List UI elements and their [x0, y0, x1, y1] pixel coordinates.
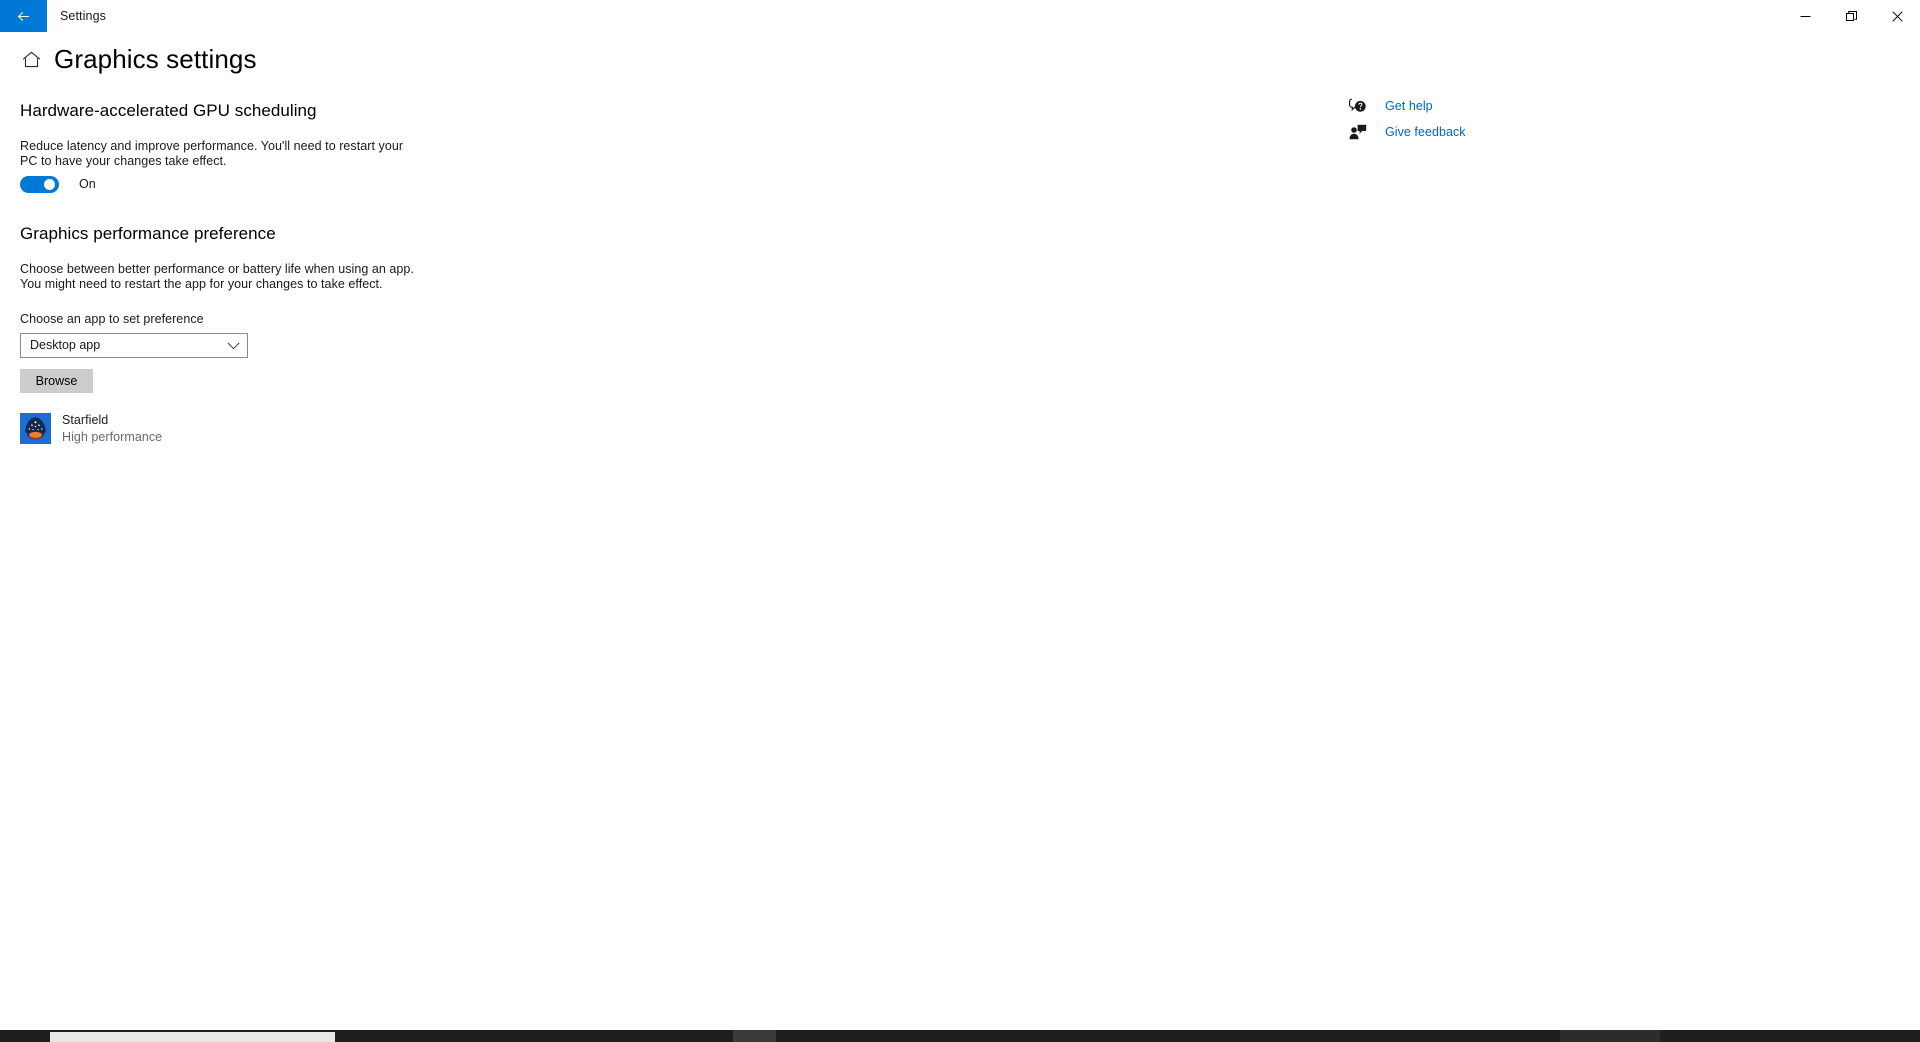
starfield-app-icon	[20, 413, 51, 444]
give-feedback-icon	[1348, 122, 1368, 142]
give-feedback-link[interactable]: Give feedback	[1348, 119, 1648, 144]
list-item[interactable]: Starfield High performance	[20, 412, 162, 445]
app-status: High performance	[62, 430, 163, 444]
performance-preference-description: Choose between better performance or bat…	[20, 262, 414, 292]
settings-window: Settings Graphics settings Hardware-acce…	[0, 0, 1920, 1042]
performance-preference-heading: Graphics performance preference	[20, 224, 276, 243]
taskbar-segment-right[interactable]	[1560, 1030, 1660, 1042]
choose-app-label: Choose an app to set preference	[20, 312, 204, 326]
gpu-scheduling-heading: Hardware-accelerated GPU scheduling	[20, 101, 317, 120]
get-help-icon	[1348, 96, 1368, 116]
toggle-knob	[44, 179, 55, 190]
give-feedback-label: Give feedback	[1385, 124, 1466, 139]
chevron-down-icon	[219, 342, 247, 350]
gpu-scheduling-toggle[interactable]	[20, 176, 59, 193]
gpu-scheduling-description-line2: PC to have your changes take effect.	[20, 154, 227, 168]
app-text-block: Starfield High performance	[62, 412, 162, 445]
right-rail: Get help Give feedback	[1348, 93, 1648, 145]
performance-preference-description-line2: You might need to restart the app for yo…	[20, 277, 383, 291]
gpu-scheduling-description-line1: Reduce latency and improve performance. …	[20, 139, 404, 153]
performance-preference-description-line1: Choose between better performance or bat…	[20, 262, 414, 276]
main-content: Hardware-accelerated GPU scheduling Redu…	[0, 0, 1920, 1042]
choose-app-dropdown-value: Desktop app	[30, 338, 101, 352]
taskbar[interactable]	[0, 1030, 1920, 1042]
gpu-scheduling-toggle-label: On	[79, 177, 96, 191]
taskbar-segment-mid[interactable]	[733, 1030, 776, 1042]
get-help-link[interactable]: Get help	[1348, 93, 1648, 118]
app-name: Starfield	[62, 413, 109, 427]
get-help-label: Get help	[1385, 98, 1433, 113]
browse-button[interactable]: Browse	[20, 369, 93, 393]
choose-app-dropdown[interactable]: Desktop app	[20, 333, 248, 358]
taskbar-active-window-segment[interactable]	[50, 1032, 335, 1042]
gpu-scheduling-description: Reduce latency and improve performance. …	[20, 139, 403, 169]
gpu-scheduling-toggle-row: On	[20, 176, 96, 193]
